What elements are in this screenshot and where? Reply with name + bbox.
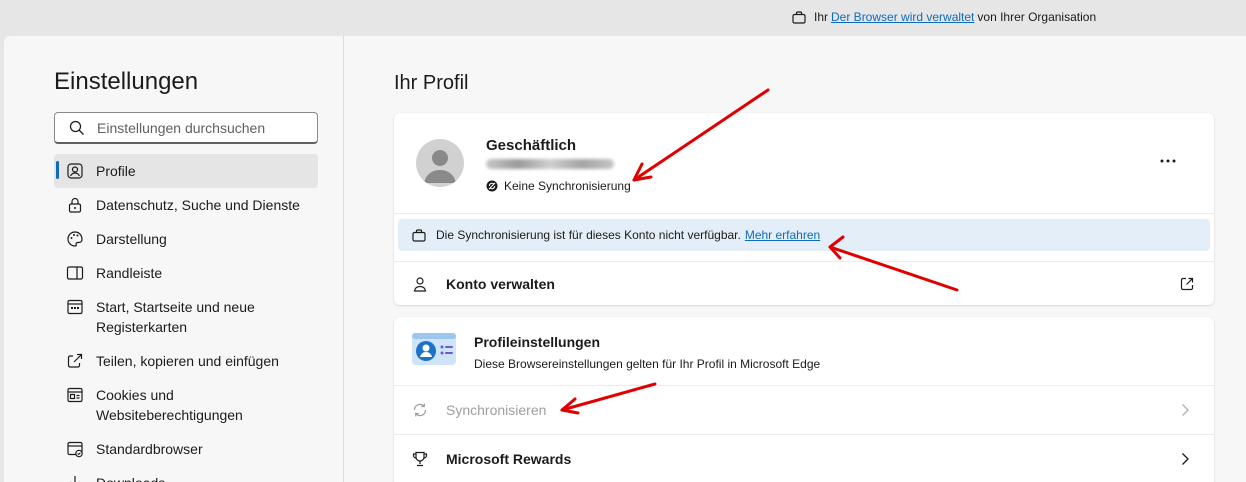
sidebar-item-share[interactable]: Teilen, kopieren und einfügen: [54, 344, 318, 378]
default-browser-icon: [67, 441, 83, 458]
sidebar-item-label: Datenschutz, Suche und Dienste: [96, 197, 300, 213]
search-box[interactable]: [54, 112, 318, 144]
start-page-icon: [67, 299, 83, 315]
briefcase-icon: [412, 228, 426, 242]
sync-status: Keine Synchronisierung: [486, 179, 631, 193]
top-bar: Ihr Der Browser wird verwaltet von Ihrer…: [0, 0, 1246, 36]
chevron-right-icon: [1182, 404, 1189, 416]
sidebar-item-profile[interactable]: Profile: [54, 154, 318, 188]
sidebar-nav: Profile Datenschutz, Suche und Dienste D…: [54, 154, 318, 482]
sidebar-item-label: Darstellung: [96, 231, 167, 247]
managed-suffix: von Ihrer Organisation: [977, 10, 1097, 24]
sidebar-item-label: Randleiste: [96, 265, 163, 281]
sync-row-label: Synchronisieren: [446, 402, 547, 418]
sidebar-item-default-browser[interactable]: Standardbrowser: [54, 432, 318, 466]
profile-card: Geschäftlich Keine Synchronisierung Die …: [394, 113, 1214, 305]
sync-info-text: Die Synchronisierung ist für dieses Kont…: [436, 228, 741, 242]
managed-browser-link[interactable]: Der Browser wird verwaltet: [831, 10, 974, 24]
sync-icon: [413, 403, 427, 417]
cookies-icon: [67, 387, 83, 403]
sync-row[interactable]: Synchronisieren: [394, 386, 1214, 434]
sidebar-item-label: Teilen, kopieren und einfügen: [96, 353, 279, 369]
divider: [394, 213, 1214, 214]
share-icon: [67, 353, 83, 368]
sidebar-item-label: Downloads: [96, 473, 165, 482]
sidebar-item-appearance[interactable]: Darstellung: [54, 222, 318, 256]
sidebar-title: Einstellungen: [54, 68, 199, 95]
lock-icon: [68, 197, 82, 213]
sidebar-icon: [66, 266, 84, 280]
profile-email-redacted: [486, 159, 614, 169]
person-icon: [424, 150, 456, 183]
person-icon: [413, 276, 427, 292]
sidebar-item-start-page[interactable]: Start, Startseite und neue Registerkarte…: [54, 290, 318, 344]
external-link-icon: [1180, 277, 1194, 290]
profile-settings-title: Profileinstellungen: [474, 334, 601, 350]
sync-off-icon: [486, 180, 498, 192]
settings-window: Einstellungen Profile Datenschutz, Suche…: [4, 36, 1246, 482]
sync-info-bar: Die Synchronisierung ist für dieses Kont…: [398, 219, 1210, 251]
sidebar-item-label: Standardbrowser: [96, 441, 203, 457]
trophy-icon: [412, 451, 428, 467]
more-options-button[interactable]: [1154, 149, 1182, 173]
palette-icon: [67, 231, 83, 247]
chevron-right-icon: [1182, 453, 1189, 465]
learn-more-link[interactable]: Mehr erfahren: [745, 228, 820, 242]
avatar[interactable]: [416, 139, 464, 187]
sidebar-item-sidebar[interactable]: Randleiste: [54, 256, 318, 290]
download-icon: [70, 476, 80, 482]
sidebar-item-downloads[interactable]: Downloads: [54, 466, 318, 482]
search-icon: [69, 120, 84, 135]
page-title: Ihr Profil: [394, 72, 469, 94]
sidebar-item-privacy[interactable]: Datenschutz, Suche und Dienste: [54, 188, 318, 222]
sidebar-item-label: Start, Startseite und neue Registerkarte…: [96, 299, 255, 335]
briefcase-icon: [792, 10, 806, 24]
rewards-row[interactable]: Microsoft Rewards: [394, 435, 1214, 482]
manage-account-label: Konto verwalten: [446, 275, 555, 292]
profile-settings-description: Diese Browsereinstellungen gelten für Ih…: [474, 357, 821, 371]
sidebar-item-label: Cookies und Websiteberechtigungen: [96, 387, 243, 423]
sidebar-item-cookies[interactable]: Cookies und Websiteberechtigungen: [54, 378, 318, 432]
managed-prefix: Ihr: [814, 10, 829, 24]
sync-status-text: Keine Synchronisierung: [504, 179, 631, 193]
rewards-row-label: Microsoft Rewards: [446, 451, 572, 467]
profile-settings-illustration: [412, 333, 456, 365]
profile-name: Geschäftlich: [486, 137, 577, 154]
manage-account-row[interactable]: Konto verwalten: [394, 262, 1214, 305]
search-input[interactable]: [97, 119, 297, 136]
profile-settings-card: Profileinstellungen Diese Browsereinstel…: [394, 317, 1214, 482]
managed-browser-notice: Ihr Der Browser wird verwaltet von Ihrer…: [792, 10, 1096, 24]
sidebar: Einstellungen Profile Datenschutz, Suche…: [4, 36, 344, 482]
more-icon: [1160, 159, 1176, 163]
sidebar-item-label: Profile: [96, 163, 136, 179]
profile-icon: [67, 163, 83, 179]
